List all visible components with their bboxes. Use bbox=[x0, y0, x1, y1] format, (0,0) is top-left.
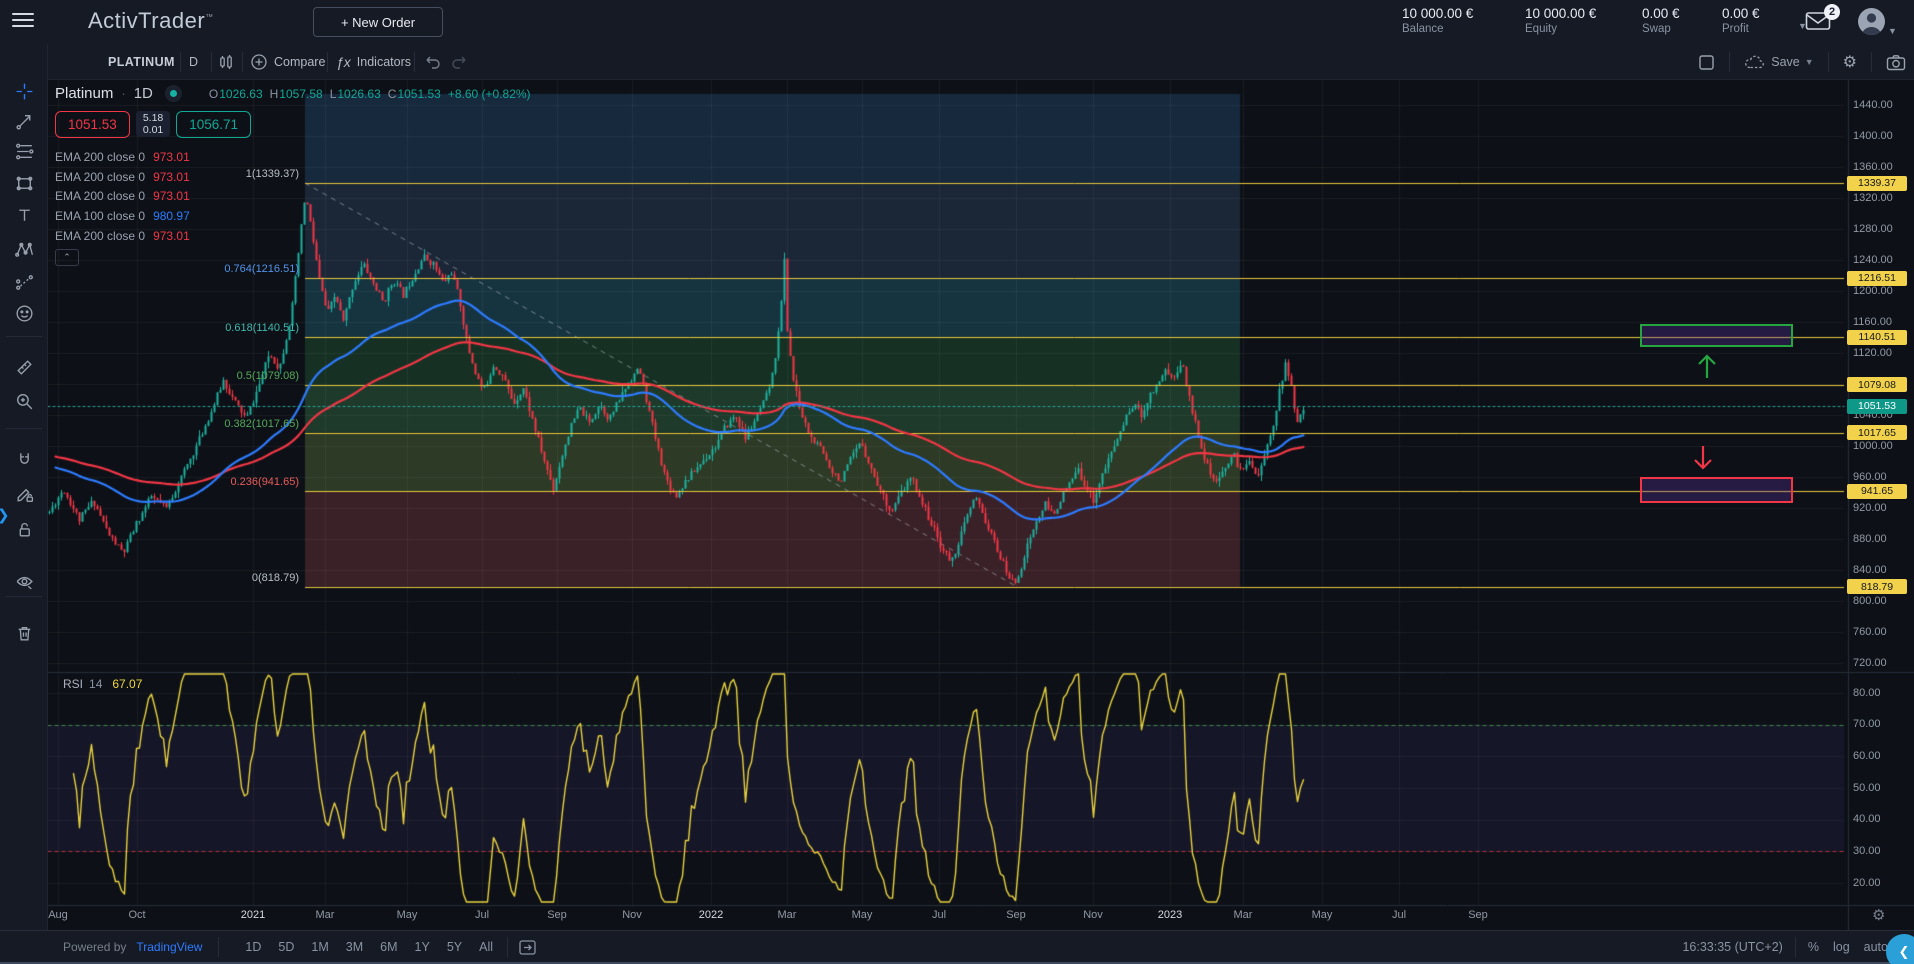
avatar-caret-icon[interactable]: ▼ bbox=[1888, 26, 1897, 36]
remove-drawings-icon[interactable] bbox=[8, 618, 40, 648]
panel-expand-icon[interactable]: ❯ bbox=[0, 506, 10, 524]
legend-interval[interactable]: 1D bbox=[134, 85, 153, 102]
buy-price-button[interactable]: 1056.71 bbox=[176, 111, 251, 138]
scale-%-button[interactable]: % bbox=[1808, 940, 1819, 954]
compare-button[interactable]: Compare bbox=[250, 44, 325, 80]
fx-icon: ƒx bbox=[336, 54, 351, 70]
hide-drawings-icon[interactable] bbox=[8, 566, 40, 596]
forecast-icon[interactable] bbox=[8, 267, 40, 297]
indicator-row[interactable]: EMA 200 close 0973.01 bbox=[55, 167, 531, 187]
ohlc-values: O1026.63H1057.58L1026.63C1051.53+8.60 (+… bbox=[202, 87, 531, 101]
tradingview-link[interactable]: TradingView bbox=[136, 940, 202, 954]
scale-auto-button[interactable]: auto bbox=[1864, 940, 1888, 954]
chart-toolbar: PLATINUM D Compare ƒx Indicators bbox=[48, 44, 1914, 80]
axis-settings-gear-icon[interactable]: ⚙ bbox=[1872, 906, 1885, 924]
settings-gear-icon[interactable]: ⚙ bbox=[1843, 52, 1857, 72]
zoom-in-icon[interactable] bbox=[8, 386, 40, 416]
range-5d-button[interactable]: 5D bbox=[274, 938, 298, 956]
new-order-button[interactable]: + New Order bbox=[313, 7, 443, 37]
redo-icon[interactable] bbox=[450, 44, 474, 80]
layout-grid-icon[interactable] bbox=[1698, 54, 1715, 71]
clock-label: 16:33:35 (UTC+2) bbox=[1682, 940, 1782, 954]
magnet-icon[interactable] bbox=[8, 444, 40, 474]
emoji-icon[interactable] bbox=[8, 298, 40, 328]
legend-symbol[interactable]: Platinum bbox=[55, 85, 113, 102]
collapse-legend-button[interactable]: ⌃ bbox=[55, 249, 79, 266]
range-5y-button[interactable]: 5Y bbox=[443, 938, 466, 956]
go-to-date-icon[interactable] bbox=[518, 938, 537, 956]
account-profit: 0.00 €Profit bbox=[1722, 6, 1792, 35]
range-3m-button[interactable]: 3M bbox=[342, 938, 367, 956]
symbol-button[interactable]: PLATINUM bbox=[108, 44, 175, 80]
range-6m-button[interactable]: 6M bbox=[376, 938, 401, 956]
account-summary: 10 000.00 €Balance10 000.00 €Equity0.00 … bbox=[1402, 6, 1807, 35]
xabcd-pattern-icon[interactable] bbox=[8, 234, 40, 264]
trend-line-icon[interactable] bbox=[8, 106, 40, 136]
sell-price-button[interactable]: 1051.53 bbox=[55, 111, 130, 138]
account-swap: 0.00 €Swap bbox=[1642, 6, 1722, 35]
rectangle-icon[interactable] bbox=[8, 168, 40, 198]
user-avatar[interactable] bbox=[1858, 8, 1885, 35]
chart-legend: Platinum · 1D O1026.63H1057.58L1026.63C1… bbox=[55, 85, 531, 266]
crosshair-icon[interactable] bbox=[8, 76, 40, 106]
spread-box: 5.18 0.01 bbox=[136, 111, 170, 137]
buy-zone-box[interactable] bbox=[1640, 324, 1793, 347]
camera-icon[interactable] bbox=[1886, 54, 1906, 71]
drawing-lock-icon[interactable] bbox=[8, 479, 40, 509]
fib-retracement-icon[interactable] bbox=[8, 136, 40, 166]
scale-log-button[interactable]: log bbox=[1833, 940, 1850, 954]
indicator-row[interactable]: EMA 200 close 0973.01 bbox=[55, 147, 531, 167]
save-button[interactable]: Save ▼ bbox=[1744, 54, 1813, 70]
account-balance: 10 000.00 €Balance bbox=[1402, 6, 1525, 35]
range-1d-button[interactable]: 1D bbox=[241, 938, 265, 956]
account-equity: 10 000.00 €Equity bbox=[1525, 6, 1642, 35]
undo-icon[interactable] bbox=[424, 44, 448, 80]
sell-zone-box[interactable] bbox=[1640, 477, 1793, 503]
powered-by-label: Powered by bbox=[63, 940, 126, 954]
app-logo: ActivTrader™ bbox=[88, 8, 214, 34]
mail-badge: 2 bbox=[1824, 4, 1840, 20]
interval-button[interactable]: D bbox=[189, 44, 198, 80]
unlock-icon[interactable] bbox=[8, 514, 40, 544]
bottom-bar: Powered by TradingView 1D 5D 1M 3M 6M 1Y 5Y All… bbox=[0, 930, 1914, 964]
indicator-legend-rows: EMA 200 close 0973.01EMA 200 close 0973.… bbox=[55, 147, 531, 245]
chart-style-icon[interactable] bbox=[216, 44, 242, 80]
menu-icon[interactable] bbox=[12, 13, 34, 31]
top-bar: ActivTrader™ + New Order 10 000.00 €Bala… bbox=[0, 0, 1914, 44]
indicator-row[interactable]: EMA 100 close 0980.97 bbox=[55, 206, 531, 226]
ruler-icon[interactable] bbox=[8, 352, 40, 382]
range-buttons: 1D 5D 1M 3M 6M 1Y 5Y All bbox=[241, 938, 497, 956]
indicators-button[interactable]: ƒx Indicators bbox=[336, 44, 411, 80]
range-1m-button[interactable]: 1M bbox=[307, 938, 332, 956]
indicator-row[interactable]: EMA 200 close 0973.01 bbox=[55, 226, 531, 246]
rsi-legend: RSI 14 67.07 bbox=[63, 677, 142, 691]
trading-app: 1440.001400.001360.001320.001280.001240.… bbox=[0, 0, 1914, 964]
text-icon[interactable] bbox=[8, 200, 40, 230]
drawing-toolbar bbox=[0, 44, 48, 930]
range-all-button[interactable]: All bbox=[475, 938, 497, 956]
collapse-panel-fab[interactable]: ❮ bbox=[1886, 934, 1914, 964]
save-caret-icon: ▼ bbox=[1805, 57, 1814, 67]
range-1y-button[interactable]: 1Y bbox=[411, 938, 434, 956]
indicator-row[interactable]: EMA 200 close 0973.01 bbox=[55, 186, 531, 206]
market-status-icon[interactable] bbox=[165, 85, 182, 102]
